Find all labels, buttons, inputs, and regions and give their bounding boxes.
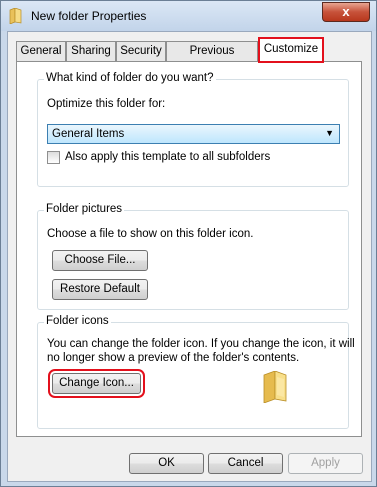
tab-general[interactable]: General xyxy=(16,41,66,61)
title-bar[interactable]: New folder Properties x xyxy=(1,1,376,31)
cancel-button[interactable]: Cancel xyxy=(208,453,283,474)
folder-pictures-description: Choose a file to show on this folder ico… xyxy=(47,228,254,240)
apply-subfolders-checkbox[interactable] xyxy=(47,151,60,164)
apply-subfolders-label[interactable]: Also apply this template to all subfolde… xyxy=(65,151,270,163)
change-icon-button[interactable]: Change Icon... xyxy=(48,369,145,398)
tab-customize[interactable]: Customize xyxy=(258,37,324,63)
customize-panel: What kind of folder do you want? Optimiz… xyxy=(16,61,362,437)
chevron-down-icon: ▼ xyxy=(325,128,334,138)
folder-pictures-group: Folder pictures Choose a file to show on… xyxy=(37,203,349,310)
folder-pictures-group-title: Folder pictures xyxy=(44,203,125,215)
folder-type-group-title: What kind of folder do you want? xyxy=(44,72,216,84)
dialog-body: General Sharing Security Previous Versio… xyxy=(7,31,372,482)
folder-icons-group: Folder icons You can change the folder i… xyxy=(37,315,355,429)
folder-preview-icon xyxy=(263,371,287,403)
folder-type-dropdown[interactable]: General Items ▼ xyxy=(47,124,340,144)
folder-icons-description-line2: no longer show a preview of the folder's… xyxy=(47,352,300,364)
tab-previous-versions[interactable]: Previous Versions xyxy=(166,41,258,76)
window-title: New folder Properties xyxy=(31,9,147,23)
tab-sharing[interactable]: Sharing xyxy=(66,41,116,61)
folder-type-selected: General Items xyxy=(52,128,125,140)
close-button[interactable]: x xyxy=(322,2,370,22)
properties-window: New folder Properties x General Sharing … xyxy=(0,0,377,487)
folder-icons-group-title: Folder icons xyxy=(44,315,111,327)
folder-icon xyxy=(9,8,22,24)
tab-security[interactable]: Security xyxy=(116,41,166,61)
choose-file-button[interactable]: Choose File... xyxy=(52,250,148,271)
optimize-label: Optimize this folder for: xyxy=(47,98,166,110)
ok-button[interactable]: OK xyxy=(129,453,204,474)
folder-type-group: What kind of folder do you want? Optimiz… xyxy=(37,72,349,187)
apply-button[interactable]: Apply xyxy=(288,453,363,474)
folder-icons-description-line1: You can change the folder icon. If you c… xyxy=(47,338,355,350)
restore-default-button[interactable]: Restore Default xyxy=(52,279,148,300)
